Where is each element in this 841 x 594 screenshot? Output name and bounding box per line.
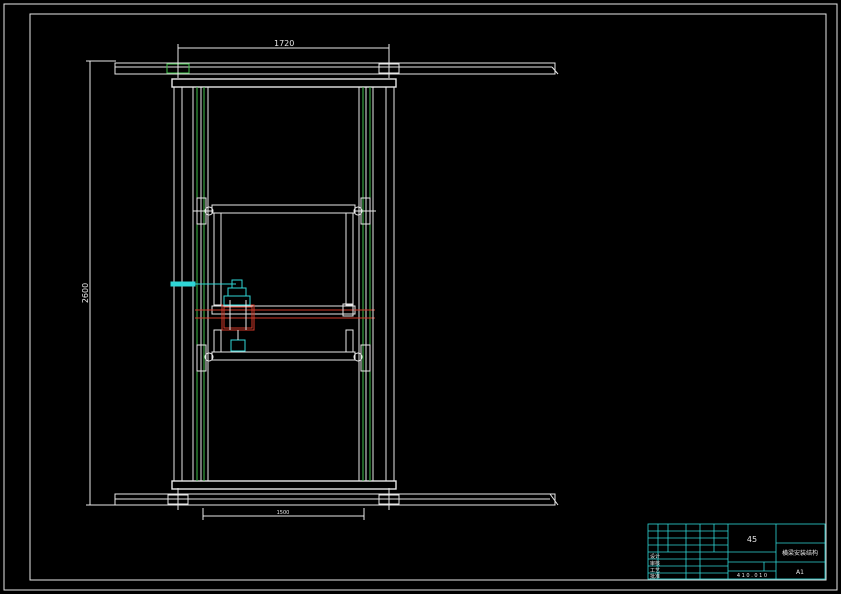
drawing-name: 横梁安装结构 [782, 549, 818, 557]
scale-label: A1 [796, 569, 804, 576]
dimension-height [86, 60, 116, 506]
row-design-label: 设计 [650, 553, 660, 560]
row-check-label: 审核 [650, 560, 660, 567]
upper-carriage [193, 197, 376, 306]
lower-carriage [196, 329, 371, 372]
drawing-code: 4 1 0 . 0 1 0 [737, 573, 767, 579]
row-approve-label: 批准 [650, 573, 660, 580]
dim-height-label: 2600 [81, 283, 90, 303]
bottom-rail [114, 488, 559, 510]
inner-border [29, 13, 827, 581]
outer-border [3, 3, 838, 591]
dim-width-label: 1720 [274, 39, 294, 48]
cad-drawing: 1720 2600 1500 45 横梁安装结构 A1 设计 审核 工艺 批准 … [3, 3, 838, 591]
top-rail [114, 60, 559, 78]
dim-bottom-label: 1500 [277, 510, 290, 516]
material-label: 45 [747, 535, 757, 544]
drive-motor [170, 279, 251, 352]
